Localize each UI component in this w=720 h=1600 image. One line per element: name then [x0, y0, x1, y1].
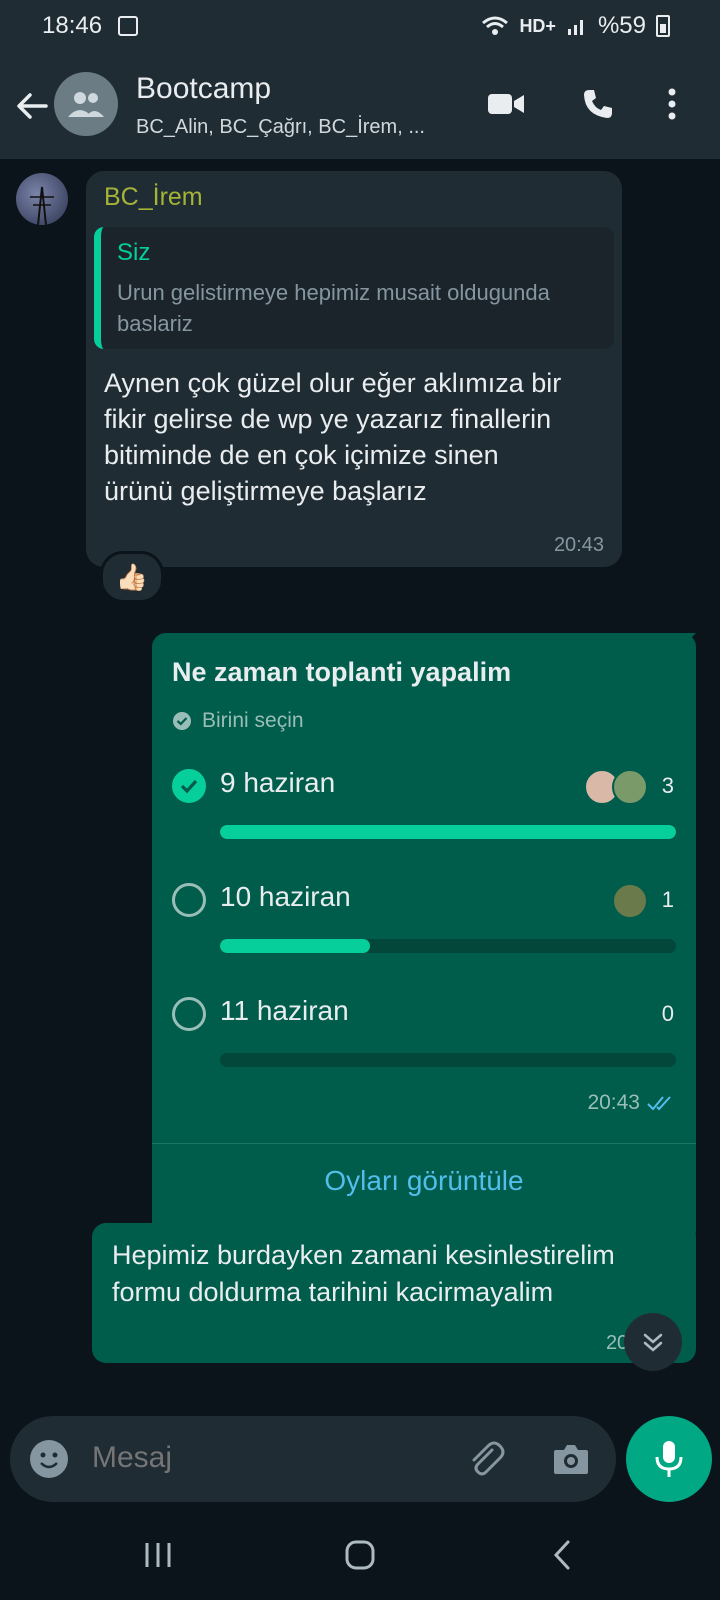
phone-icon[interactable]	[578, 84, 618, 124]
reaction-thumbs-up[interactable]: 👍🏻	[100, 551, 164, 603]
poll-option-label: 10 haziran	[220, 881, 351, 912]
incoming-message-bubble[interactable]: BC_İrem Siz Urun gelistirmeye hepimiz mu…	[86, 171, 622, 567]
voter-avatars	[584, 769, 648, 805]
outgoing-message-bubble[interactable]: Hepimiz burdayken zamani kesinlestirelim…	[92, 1223, 696, 1363]
radio-unchecked-icon[interactable]	[172, 883, 206, 917]
sender-name[interactable]: BC_İrem	[104, 183, 203, 212]
status-time: 18:46	[42, 12, 103, 39]
system-navigation-bar	[0, 1510, 720, 1600]
check-circle-icon	[173, 712, 191, 730]
network-type: HD+	[519, 15, 556, 36]
chat-title[interactable]: Bootcamp	[136, 72, 271, 106]
poll-question: Ne zaman toplanti yapalim	[172, 657, 512, 687]
mic-button[interactable]	[626, 1416, 712, 1502]
poll-progress-track	[220, 939, 676, 953]
battery-percent: %59	[597, 12, 646, 39]
signal-icon	[567, 20, 583, 35]
message-text: Hepimiz burdayken zamani kesinlestirelim…	[112, 1240, 615, 1307]
back-arrow-icon[interactable]	[14, 88, 50, 124]
voter-avatars	[612, 883, 648, 919]
recent-apps-icon[interactable]	[128, 1530, 188, 1580]
poll-vote-count: 0	[661, 1001, 674, 1026]
battery-icon	[656, 15, 670, 37]
message-text: Aynen çok güzel olur eğer aklımıza bir f…	[104, 368, 562, 506]
video-call-icon[interactable]	[486, 84, 526, 124]
divider	[152, 1143, 696, 1144]
poll-progress-fill	[220, 825, 676, 839]
poll-option[interactable]: 11 haziran 0	[172, 993, 676, 1083]
poll-time: 20:43	[587, 1091, 674, 1115]
back-nav-icon[interactable]	[532, 1530, 592, 1580]
view-votes-button[interactable]: Oyları görüntüle	[152, 1165, 696, 1197]
poll-option[interactable]: 9 haziran 3	[172, 765, 676, 855]
message-input[interactable]	[90, 1440, 434, 1476]
poll-hint: Birini seçin	[172, 709, 304, 733]
chat-header: Bootcamp BC_Alin, BC_Çağrı, BC_İrem, ...	[0, 52, 720, 159]
message-list[interactable]: BC_İrem Siz Urun gelistirmeye hepimiz mu…	[0, 159, 720, 1407]
double-check-icon	[647, 1096, 671, 1111]
poll-vote-count: 3	[661, 773, 674, 798]
voter-avatar	[612, 883, 648, 919]
more-icon[interactable]	[660, 84, 684, 124]
voter-avatar	[612, 769, 648, 805]
radio-checked-icon[interactable]	[172, 769, 206, 803]
quote-author: Siz	[117, 239, 151, 266]
emoji-icon[interactable]	[30, 1440, 68, 1478]
status-bar: 18:46 HD+ %59	[0, 0, 720, 52]
attach-icon[interactable]	[464, 1438, 506, 1480]
poll-card: Ne zaman toplanti yapalim Birini seçin 9…	[152, 633, 696, 1245]
radio-unchecked-icon[interactable]	[172, 997, 206, 1031]
camera-icon[interactable]	[550, 1438, 592, 1480]
poll-time-text: 20:43	[587, 1091, 640, 1114]
poll-option-label: 9 haziran	[220, 767, 336, 798]
scroll-to-bottom-button[interactable]	[624, 1313, 682, 1371]
message-time: 20:43	[553, 534, 604, 556]
poll-option-label: 11 haziran	[220, 995, 349, 1026]
poll-progress-track	[220, 1053, 676, 1067]
sender-avatar[interactable]	[16, 173, 68, 225]
wifi-icon	[482, 16, 509, 35]
double-chevron-down-icon	[643, 1333, 663, 1352]
poll-progress-track	[220, 825, 676, 839]
status-icons: HD+ %59	[481, 12, 670, 40]
quote-text: Urun gelistirmeye hepimiz musait oldugun…	[117, 280, 550, 336]
quoted-message[interactable]: Siz Urun gelistirmeye hepimiz musait old…	[94, 227, 614, 349]
chat-members[interactable]: BC_Alin, BC_Çağrı, BC_İrem, ...	[136, 116, 425, 139]
mic-icon	[655, 1441, 683, 1477]
poll-vote-count: 1	[661, 887, 674, 912]
image-icon	[118, 16, 138, 36]
home-icon[interactable]	[330, 1530, 390, 1580]
poll-progress-fill	[220, 939, 371, 953]
poll-option[interactable]: 10 haziran 1	[172, 879, 676, 969]
message-composer[interactable]	[10, 1416, 616, 1502]
group-avatar-icon[interactable]	[54, 72, 118, 136]
poll-hint-text: Birini seçin	[202, 709, 304, 732]
